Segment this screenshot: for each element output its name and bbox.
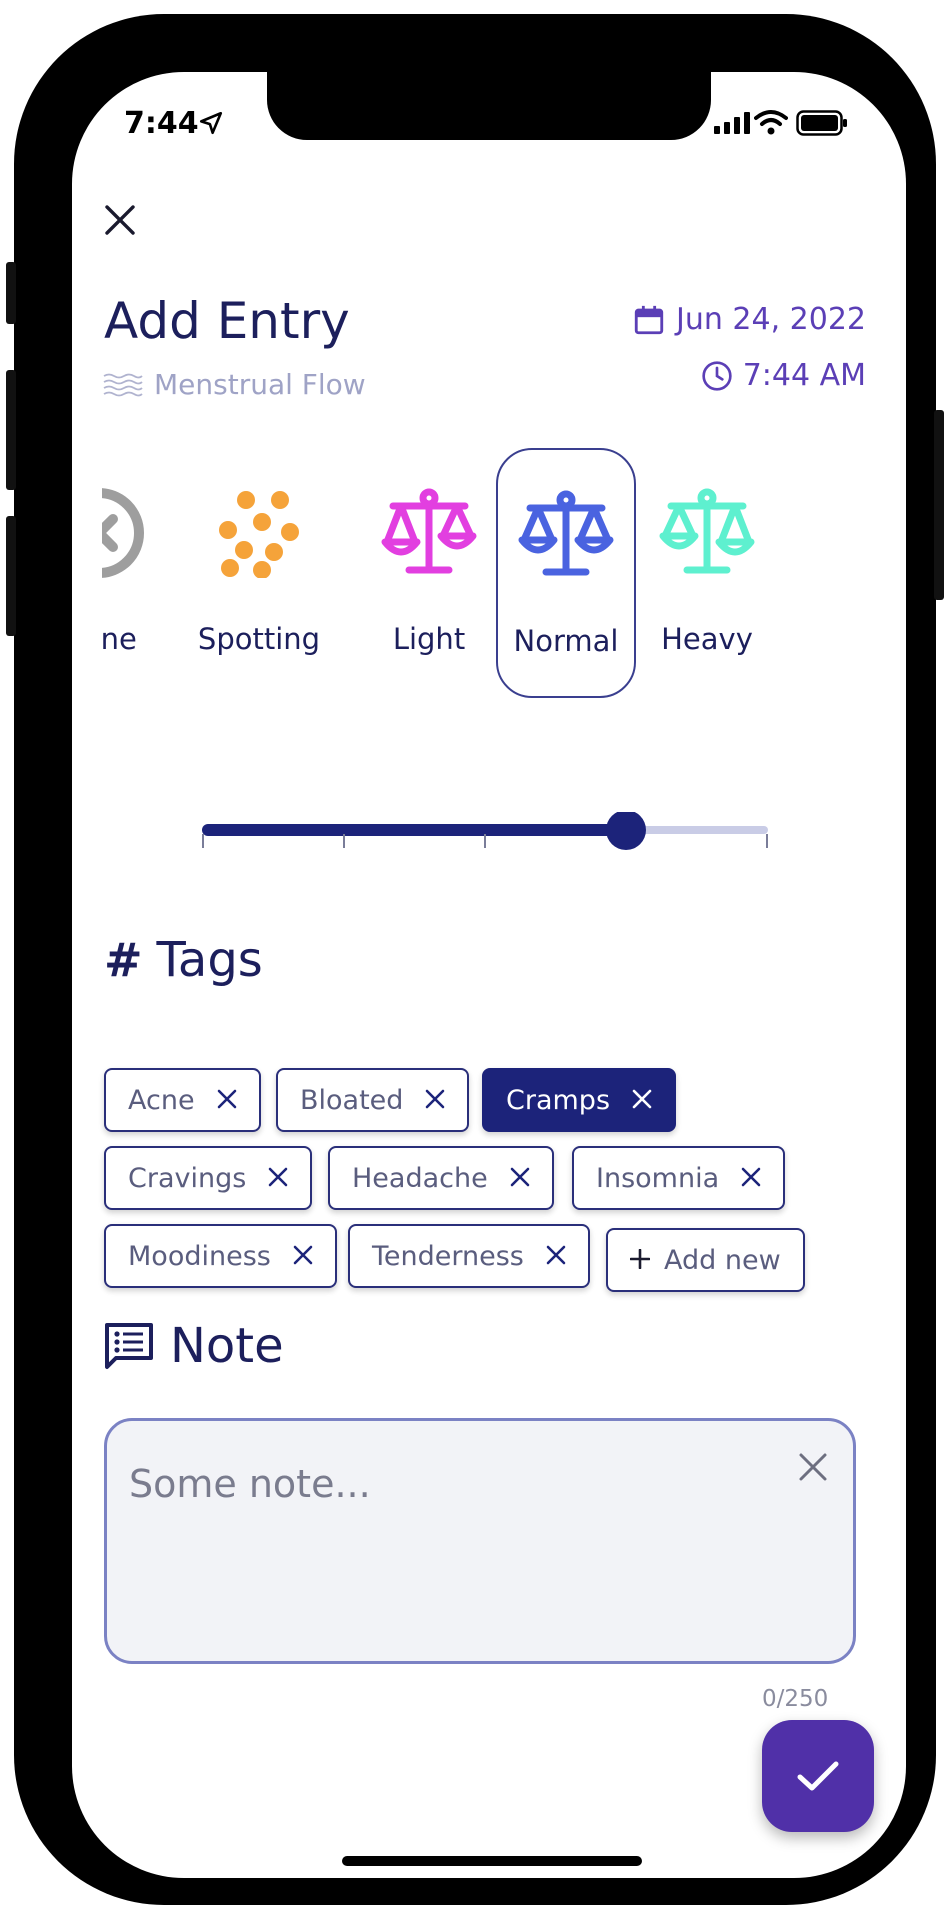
flow-slider[interactable] — [202, 810, 782, 852]
time-text: 7:44 AM — [742, 358, 866, 393]
volume-up-button — [6, 370, 16, 490]
tag-chip-acne[interactable]: Acne — [104, 1068, 261, 1132]
flow-option-label: None — [102, 622, 137, 656]
tags-heading-text: Tags — [156, 932, 263, 988]
remove-tag-icon[interactable] — [268, 1163, 288, 1194]
wifi-icon — [754, 108, 788, 140]
location-arrow-icon — [198, 110, 224, 140]
battery-icon — [796, 110, 848, 140]
flow-option-normal[interactable]: Normal — [496, 448, 636, 698]
add-tag-button[interactable]: Add new — [606, 1228, 805, 1292]
tag-chip-headache[interactable]: Headache — [328, 1146, 554, 1210]
add-tag-label: Add new — [664, 1244, 781, 1276]
status-time: 7:44 — [124, 106, 199, 141]
tag-label: Headache — [352, 1162, 488, 1194]
power-button — [934, 410, 944, 600]
volume-down-button — [6, 516, 16, 636]
remove-tag-icon[interactable] — [632, 1085, 652, 1116]
waves-icon — [103, 373, 143, 396]
subtitle: Menstrual Flow — [102, 368, 366, 401]
app-screen: 7:44 Add Entry Menstrual Flow Jun 24, 20… — [72, 72, 906, 1878]
tag-label: Cramps — [506, 1084, 611, 1116]
calendar-icon — [634, 305, 664, 334]
mute-switch — [6, 262, 16, 324]
note-input[interactable] — [127, 1461, 751, 1507]
tag-chip-moodiness[interactable]: Moodiness — [104, 1224, 337, 1288]
date-text: Jun 24, 2022 — [675, 302, 866, 337]
time-picker[interactable]: 7:44 AM — [701, 358, 866, 393]
tag-label: Cravings — [128, 1162, 247, 1194]
flow-option-spotting[interactable]: Spotting — [174, 448, 344, 698]
plus-icon — [629, 1245, 651, 1276]
tag-label: Bloated — [300, 1084, 404, 1116]
none-x-icon — [102, 488, 144, 578]
note-char-counter: 0/250 — [762, 1686, 829, 1712]
remove-tag-icon[interactable] — [425, 1085, 445, 1116]
page-title: Add Entry — [104, 292, 350, 350]
hash-icon: # — [104, 933, 143, 987]
home-indicator[interactable] — [342, 1856, 642, 1866]
date-picker[interactable]: Jun 24, 2022 — [632, 302, 866, 337]
dots-icon — [219, 491, 299, 578]
flow-option-none[interactable]: None — [102, 448, 184, 698]
flow-option-label: Light — [392, 622, 466, 656]
remove-tag-icon[interactable] — [510, 1163, 530, 1194]
tags-heading: # Tags — [104, 932, 263, 988]
notch — [267, 72, 711, 140]
clock-icon — [702, 360, 732, 391]
tag-label: Moodiness — [128, 1240, 271, 1272]
remove-tag-icon[interactable] — [741, 1163, 761, 1194]
flow-option-label: Spotting — [197, 622, 321, 656]
scale-icon — [381, 488, 477, 574]
tag-chip-cramps[interactable]: Cramps — [482, 1068, 677, 1132]
tag-chip-insomnia[interactable]: Insomnia — [572, 1146, 786, 1210]
note-icon — [105, 1323, 153, 1369]
remove-tag-icon[interactable] — [217, 1085, 237, 1116]
remove-tag-icon[interactable] — [546, 1241, 566, 1272]
tag-chip-tenderness[interactable]: Tenderness — [348, 1224, 590, 1288]
close-icon — [799, 1453, 827, 1481]
remove-tag-icon[interactable] — [293, 1241, 313, 1272]
save-entry-button[interactable] — [762, 1720, 874, 1832]
note-heading: Note — [104, 1318, 284, 1374]
tag-chip-bloated[interactable]: Bloated — [276, 1068, 470, 1132]
note-heading-text: Note — [170, 1318, 284, 1374]
tag-label: Acne — [128, 1084, 195, 1116]
check-icon — [797, 1761, 839, 1791]
slider-fill — [202, 824, 626, 836]
close-icon — [105, 205, 135, 235]
scale-icon — [518, 490, 614, 576]
flow-carousel[interactable]: None Spotting — [102, 448, 882, 708]
flow-option-label: Heavy — [661, 622, 753, 656]
note-box — [104, 1418, 856, 1664]
subtitle-text: Menstrual Flow — [154, 368, 366, 401]
flow-option-heavy[interactable]: Heavy — [622, 448, 792, 698]
phone-frame: 7:44 Add Entry Menstrual Flow Jun 24, 20… — [14, 14, 936, 1905]
scale-icon — [659, 488, 755, 574]
slider-thumb[interactable] — [606, 810, 646, 850]
clear-note-button[interactable] — [791, 1445, 835, 1489]
close-button[interactable] — [92, 192, 148, 248]
tag-label: Insomnia — [596, 1162, 720, 1194]
signal-icon — [714, 112, 750, 134]
tag-chip-cravings[interactable]: Cravings — [104, 1146, 313, 1210]
flow-option-label: Normal — [513, 624, 619, 658]
flow-option-light[interactable]: Light — [344, 448, 514, 698]
tag-label: Tenderness — [372, 1240, 524, 1272]
